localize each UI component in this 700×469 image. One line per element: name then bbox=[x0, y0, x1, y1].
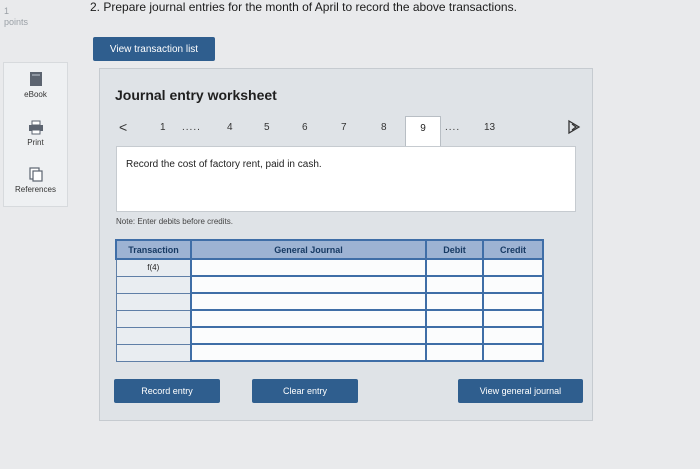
table-row: f(4) bbox=[115, 258, 544, 277]
credit-input[interactable] bbox=[482, 275, 544, 294]
table-row bbox=[115, 275, 544, 294]
transaction-prompt: Record the cost of factory rent, paid in… bbox=[126, 159, 322, 170]
next-arrow-icon[interactable] bbox=[567, 119, 581, 135]
points-number: 1 bbox=[4, 6, 10, 16]
header-general-journal: General Journal bbox=[190, 239, 427, 260]
credit-input[interactable] bbox=[482, 292, 544, 311]
book-icon bbox=[29, 72, 42, 86]
sidebar-item-label: eBook bbox=[24, 90, 47, 99]
debit-input[interactable] bbox=[425, 309, 484, 328]
general-journal-input[interactable] bbox=[190, 275, 427, 294]
sidebar-item-ebook[interactable]: eBook bbox=[4, 71, 67, 99]
record-entry-button[interactable]: Record entry bbox=[114, 379, 220, 403]
header-debit: Debit bbox=[425, 239, 484, 260]
header-transaction: Transaction bbox=[115, 239, 192, 260]
journal-entry-worksheet-panel: Journal entry worksheet < 1 ..... 4 5 6 … bbox=[99, 68, 593, 421]
sidebar-item-references[interactable]: References bbox=[4, 167, 67, 194]
nav-item-9-active[interactable]: 9 bbox=[405, 116, 441, 147]
nav-item-5[interactable]: 5 bbox=[264, 122, 270, 133]
points-label: points bbox=[4, 17, 29, 27]
table-row bbox=[115, 292, 544, 311]
credit-input[interactable] bbox=[482, 309, 544, 328]
printer-icon bbox=[28, 120, 43, 135]
transaction-cell bbox=[115, 343, 192, 362]
transaction-navigation: < 1 ..... 4 5 6 7 8 9 .... 13 bbox=[115, 116, 581, 147]
references-icon bbox=[28, 167, 43, 182]
transaction-cell bbox=[115, 309, 192, 328]
view-transaction-list-button[interactable]: View transaction list bbox=[93, 37, 215, 61]
debit-input[interactable] bbox=[425, 326, 484, 345]
table-row bbox=[115, 309, 544, 328]
view-general-journal-button[interactable]: View general journal bbox=[458, 379, 583, 403]
general-journal-input[interactable] bbox=[190, 343, 427, 362]
transaction-cell bbox=[115, 275, 192, 294]
nav-item-6[interactable]: 6 bbox=[302, 122, 308, 133]
nav-item-13[interactable]: 13 bbox=[484, 122, 495, 133]
nav-ellipsis-2: .... bbox=[445, 122, 461, 133]
nav-item-8[interactable]: 8 bbox=[381, 122, 387, 133]
transaction-cell bbox=[115, 326, 192, 345]
general-journal-input[interactable] bbox=[190, 292, 427, 311]
header-credit: Credit bbox=[482, 239, 544, 260]
nav-item-4[interactable]: 4 bbox=[227, 122, 233, 133]
nav-item-7[interactable]: 7 bbox=[341, 122, 347, 133]
debit-credit-note: Note: Enter debits before credits. bbox=[116, 217, 233, 226]
credit-input[interactable] bbox=[482, 343, 544, 362]
question-text: 2. Prepare journal entries for the month… bbox=[90, 0, 517, 14]
table-row bbox=[115, 343, 544, 362]
sidebar-item-label: Print bbox=[27, 138, 44, 147]
credit-input[interactable] bbox=[482, 326, 544, 345]
debit-input[interactable] bbox=[425, 292, 484, 311]
general-journal-input[interactable] bbox=[190, 309, 427, 328]
debit-input[interactable] bbox=[425, 258, 484, 277]
transaction-prompt-box: Record the cost of factory rent, paid in… bbox=[116, 146, 576, 212]
transaction-cell bbox=[115, 292, 192, 311]
sidebar-item-label: References bbox=[15, 185, 56, 194]
debit-input[interactable] bbox=[425, 343, 484, 362]
credit-input[interactable] bbox=[482, 258, 544, 277]
debit-input[interactable] bbox=[425, 275, 484, 294]
worksheet-title: Journal entry worksheet bbox=[115, 87, 277, 103]
table-row bbox=[115, 326, 544, 345]
general-journal-input[interactable] bbox=[190, 258, 427, 277]
general-journal-input[interactable] bbox=[190, 326, 427, 345]
sidebar: eBook Print References bbox=[3, 62, 68, 207]
nav-active-label: 9 bbox=[420, 123, 426, 134]
journal-table: Transaction General Journal Debit Credit… bbox=[115, 239, 544, 362]
nav-item-1[interactable]: 1 bbox=[160, 122, 166, 133]
journal-header-row: Transaction General Journal Debit Credit bbox=[115, 239, 544, 260]
prev-arrow-icon[interactable]: < bbox=[119, 119, 127, 135]
sidebar-item-print[interactable]: Print bbox=[4, 120, 67, 147]
transaction-cell: f(4) bbox=[115, 258, 192, 277]
nav-ellipsis-1: ..... bbox=[182, 122, 201, 133]
clear-entry-button[interactable]: Clear entry bbox=[252, 379, 358, 403]
points-indicator: 1 points bbox=[4, 6, 28, 28]
